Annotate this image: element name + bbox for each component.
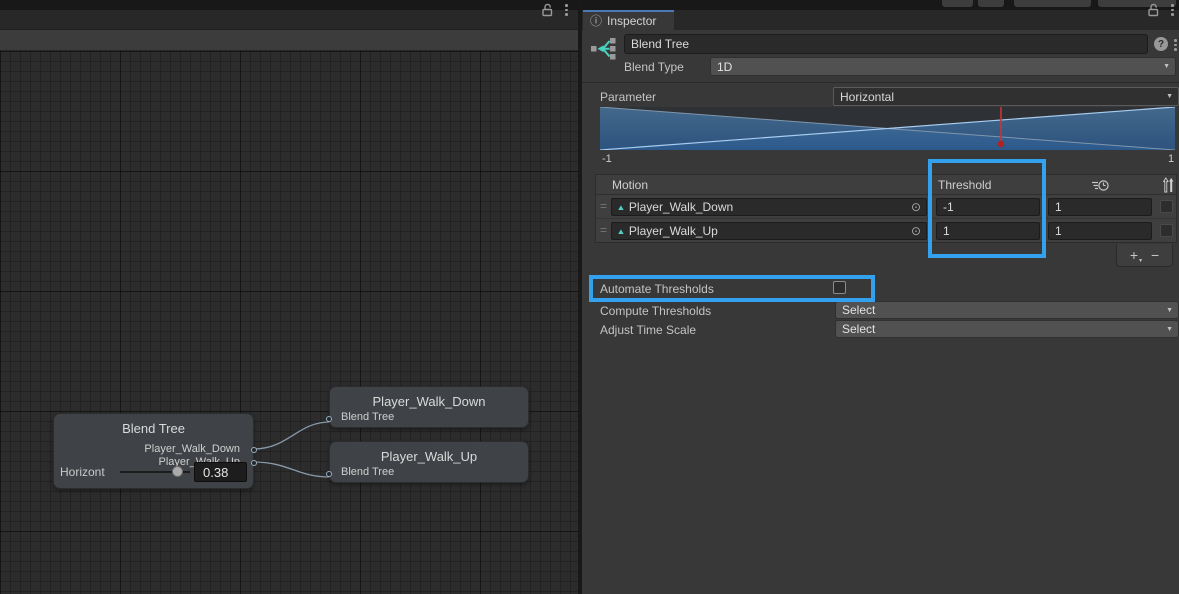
blend-tree-name-field[interactable]: Blend Tree	[624, 34, 1148, 54]
threshold-field[interactable]: 1	[936, 222, 1040, 240]
blend-tree-icon	[590, 35, 617, 67]
node-sub-label: Blend Tree	[341, 466, 394, 478]
remove-motion-button[interactable]: −	[1151, 248, 1159, 262]
threshold-column-header: Threshold	[938, 178, 991, 192]
motion-row: = ▲ Player_Walk_Up ⊙ 1 1	[595, 219, 1177, 243]
mirror-checkbox[interactable]	[1160, 224, 1173, 237]
parameter-label: Parameter	[600, 90, 656, 104]
object-picker-icon[interactable]: ⊙	[911, 224, 921, 238]
slider-knob[interactable]	[172, 466, 183, 477]
inspector-menu-icon[interactable]	[1169, 3, 1176, 17]
node-output-label: Player_Walk_Down	[54, 443, 253, 456]
toolbar-button-fragment[interactable]	[942, 0, 973, 7]
speed-field[interactable]: 1	[1048, 198, 1152, 216]
tab-inspector[interactable]: ⓘ Inspector	[583, 10, 674, 30]
unlock-icon[interactable]	[1147, 3, 1160, 17]
blend-type-dropdown[interactable]: 1D ▼	[710, 57, 1176, 76]
speed-column-icon	[1091, 179, 1109, 192]
motion-clip-field[interactable]: ▲ Player_Walk_Down ⊙	[611, 198, 927, 216]
input-pin[interactable]	[326, 471, 332, 477]
animation-clip-icon: ▲	[616, 227, 625, 236]
blend-tree-parent-node[interactable]: Blend Tree Player_Walk_Down Player_Walk_…	[53, 413, 254, 489]
range-min-label: -1	[602, 153, 612, 165]
animator-breadcrumb-bar	[0, 30, 578, 51]
chevron-down-icon: ▼	[1163, 63, 1170, 70]
adjust-time-scale-dropdown[interactable]: Select ▼	[835, 320, 1179, 338]
toolbar-button-fragment[interactable]	[978, 0, 1004, 7]
mirror-checkbox[interactable]	[1160, 200, 1173, 213]
automate-thresholds-label: Automate Thresholds	[600, 282, 714, 296]
help-icon[interactable]: ?	[1154, 37, 1168, 51]
toolbar-button-fragment[interactable]	[1014, 0, 1091, 7]
speed-field[interactable]: 1	[1048, 222, 1152, 240]
animator-tab-bar	[0, 10, 578, 30]
node-connections	[0, 51, 578, 594]
asset-menu-icon[interactable]	[1172, 38, 1179, 52]
node-title: Player_Walk_Up	[330, 449, 528, 464]
motion-clip-field[interactable]: ▲ Player_Walk_Up ⊙	[611, 222, 927, 240]
blend-type-label: Blend Type	[624, 60, 684, 74]
chevron-down-icon: ▼	[1166, 326, 1173, 333]
animator-menu-icon[interactable]	[563, 3, 570, 17]
node-title: Player_Walk_Down	[330, 394, 528, 409]
motion-node-walk-up[interactable]: Player_Walk_Up Blend Tree	[329, 441, 529, 483]
output-pin[interactable]	[251, 447, 257, 453]
info-icon: ⓘ	[590, 15, 602, 27]
blend-param-value[interactable]: 0.38	[194, 462, 247, 482]
threshold-field[interactable]: -1	[936, 198, 1040, 216]
parameter-dropdown[interactable]: Horizontal ▼	[833, 87, 1179, 106]
compute-thresholds-label: Compute Thresholds	[600, 304, 711, 318]
input-pin[interactable]	[326, 416, 332, 422]
blend-tree-graph-canvas[interactable]: Blend Tree Player_Walk_Down Player_Walk_…	[0, 51, 578, 594]
drag-handle[interactable]: =	[600, 223, 606, 237]
drag-handle[interactable]: =	[600, 199, 606, 213]
node-sub-label: Blend Tree	[341, 411, 394, 423]
motion-node-walk-down[interactable]: Player_Walk_Down Blend Tree	[329, 386, 529, 428]
chevron-down-icon: ▼	[1166, 93, 1173, 100]
blend-graph[interactable]	[600, 107, 1175, 150]
unity-editor-window: Blend Tree Player_Walk_Down Player_Walk_…	[0, 0, 1179, 594]
toolbar-clipped-strip	[0, 0, 1179, 10]
adjust-time-scale-label: Adjust Time Scale	[600, 323, 696, 337]
inspector-window-icons	[1147, 3, 1176, 17]
animation-clip-icon: ▲	[616, 203, 625, 212]
unlock-icon[interactable]	[541, 3, 554, 17]
motion-row: = ▲ Player_Walk_Down ⊙ -1 1	[595, 195, 1177, 219]
animator-window-icons	[541, 3, 570, 17]
blend-param-label: Horizont	[60, 465, 116, 479]
object-picker-icon[interactable]: ⊙	[911, 200, 921, 214]
playhead-handle	[998, 141, 1004, 147]
node-title: Blend Tree	[54, 421, 253, 436]
blend-param-slider[interactable]	[120, 462, 190, 482]
automate-thresholds-checkbox[interactable]	[833, 281, 846, 294]
add-motion-button[interactable]: +▼	[1130, 248, 1138, 262]
divider	[582, 82, 1179, 83]
compute-thresholds-dropdown[interactable]: Select ▼	[835, 301, 1179, 319]
list-footer-buttons: +▼ −	[1116, 244, 1173, 267]
range-max-label: 1	[1168, 153, 1174, 165]
chevron-down-icon: ▼	[1166, 307, 1173, 314]
output-pin[interactable]	[251, 460, 257, 466]
motion-table-header: Motion Threshold	[595, 174, 1177, 195]
motion-column-header: Motion	[612, 178, 648, 192]
mirror-column-icon	[1163, 177, 1174, 193]
